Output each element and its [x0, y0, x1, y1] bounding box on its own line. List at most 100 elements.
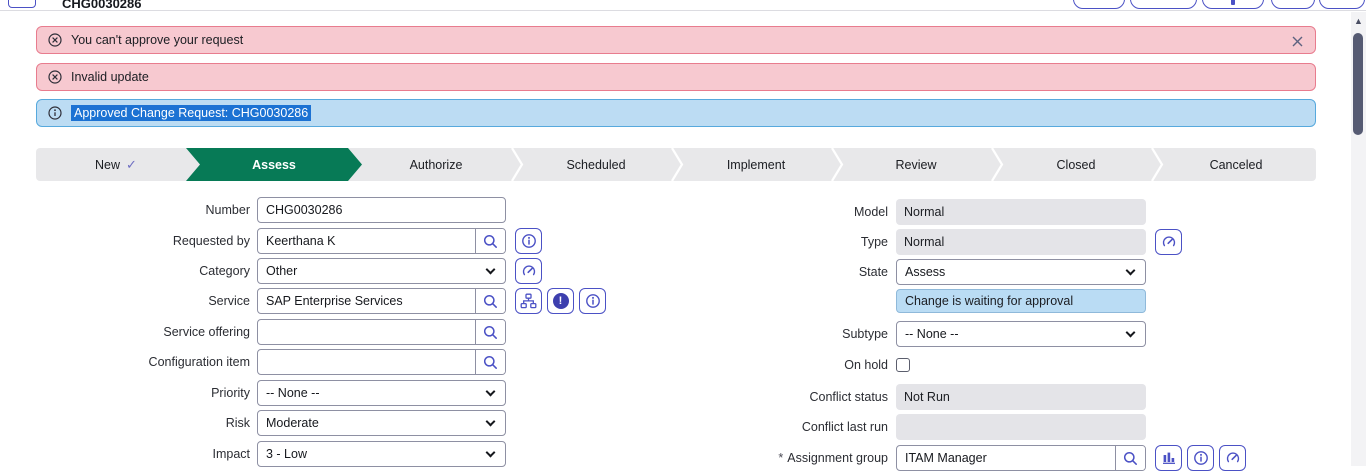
requested-by-input[interactable]	[258, 229, 475, 253]
bar-chart-button[interactable]	[1155, 445, 1182, 471]
model-readonly: Normal	[896, 199, 1146, 225]
field-row-state: State Assess	[640, 259, 1146, 285]
type-readonly: Normal	[896, 229, 1146, 255]
search-icon[interactable]	[475, 350, 505, 374]
stage-authorize[interactable]: Authorize	[356, 148, 516, 181]
gauge-button[interactable]	[515, 258, 542, 284]
toolbar-button-icon	[1231, 0, 1235, 5]
field-label: Subtype	[842, 327, 888, 341]
field-row-assignment-group: * Assignment group	[640, 445, 1246, 471]
stage-review[interactable]: Review	[836, 148, 996, 181]
field-row-state-message: Change is waiting for approval	[640, 289, 1146, 313]
stage-scheduled[interactable]: Scheduled	[516, 148, 676, 181]
stage-closed[interactable]: Closed	[996, 148, 1156, 181]
search-icon[interactable]	[475, 229, 505, 253]
state-message: Change is waiting for approval	[896, 289, 1146, 313]
chevron-down-icon	[1125, 265, 1136, 276]
chevron-separator-icon	[671, 148, 684, 181]
scrollbar-thumb[interactable]	[1353, 33, 1363, 135]
vertical-scrollbar[interactable]: ▲	[1351, 12, 1366, 466]
exclamation-icon: !	[552, 293, 569, 309]
risk-select[interactable]: Moderate	[257, 410, 506, 436]
field-label: Number	[205, 203, 250, 217]
impact-select[interactable]: 3 - Low	[257, 441, 506, 467]
gauge-button[interactable]	[1155, 229, 1182, 255]
field-label: Conflict last run	[801, 420, 888, 434]
process-flow: New ✓ Assess Authorize Scheduled Impleme…	[36, 148, 1316, 181]
toolbar-button[interactable]	[1202, 0, 1264, 9]
field-row-priority: Priority -- None --	[0, 380, 506, 406]
field-label: Impact	[212, 447, 250, 461]
required-marker: *	[778, 451, 784, 465]
chevron-down-icon	[485, 416, 496, 427]
field-label: * Assignment group	[778, 451, 888, 465]
service-offering-input[interactable]	[258, 320, 475, 344]
hierarchy-button[interactable]	[515, 288, 542, 314]
scroll-up-icon[interactable]: ▲	[1351, 17, 1366, 26]
search-icon[interactable]	[475, 289, 505, 313]
category-select[interactable]: Other	[257, 258, 506, 284]
info-banner-text: Approved Change Request: CHG0030286	[71, 105, 312, 121]
field-label: Configuration item	[148, 355, 250, 369]
gauge-button[interactable]	[1219, 445, 1246, 471]
toolbar-button[interactable]	[1130, 0, 1197, 9]
state-select[interactable]: Assess	[896, 259, 1146, 285]
field-row-risk: Risk Moderate	[0, 410, 506, 436]
circle-x-icon	[48, 33, 62, 47]
field-row-conflict-last-run: Conflict last run	[640, 414, 1146, 440]
info-button[interactable]	[1187, 445, 1214, 471]
subtype-select[interactable]: -- None --	[896, 321, 1146, 347]
chevron-down-icon	[1125, 327, 1136, 338]
toolbar-button[interactable]	[1319, 0, 1365, 9]
info-button[interactable]	[515, 228, 542, 254]
field-row-category: Category Other	[0, 258, 542, 284]
field-row-service-offering: Service offering	[0, 319, 506, 345]
stage-implement[interactable]: Implement	[676, 148, 836, 181]
field-label: Service	[208, 294, 250, 308]
field-label: Model	[853, 205, 888, 219]
field-label: Conflict status	[809, 390, 888, 404]
alert-button[interactable]: !	[547, 288, 574, 314]
search-icon[interactable]	[1115, 446, 1145, 470]
field-label: Priority	[211, 386, 250, 400]
stage-assess[interactable]: Assess	[186, 148, 362, 181]
field-label: Category	[199, 264, 250, 278]
close-icon[interactable]	[1290, 34, 1304, 48]
error-banner-text: Invalid update	[71, 70, 149, 84]
chevron-separator-icon	[831, 148, 844, 181]
configuration-item-input[interactable]	[258, 350, 475, 374]
conflict-status-readonly: Not Run	[896, 384, 1146, 410]
info-banner: Approved Change Request: CHG0030286	[36, 99, 1316, 127]
field-row-requested-by: Requested by	[0, 228, 542, 254]
info-button[interactable]	[579, 288, 606, 314]
circle-x-icon	[48, 70, 62, 84]
stage-new[interactable]: New ✓	[36, 148, 196, 181]
chevron-separator-icon	[991, 148, 1004, 181]
conflict-last-run-readonly	[896, 414, 1146, 440]
chevron-separator-icon	[511, 148, 524, 181]
field-row-model: Model Normal	[640, 199, 1146, 225]
toolbar-button[interactable]	[1073, 0, 1125, 9]
assignment-group-input[interactable]	[897, 446, 1115, 470]
on-hold-checkbox[interactable]	[896, 358, 910, 372]
stage-canceled[interactable]: Canceled	[1156, 148, 1316, 181]
toolbar-button[interactable]	[1271, 0, 1315, 9]
chevron-down-icon	[485, 386, 496, 397]
field-row-number: Number	[0, 197, 506, 223]
field-row-impact: Impact 3 - Low	[0, 441, 506, 467]
field-row-service: Service !	[0, 288, 606, 314]
field-row-conflict-status: Conflict status Not Run	[640, 384, 1146, 410]
record-title: CHG0030286	[62, 0, 142, 11]
error-banner-text: You can't approve your request	[71, 33, 244, 47]
number-input[interactable]	[257, 197, 506, 223]
service-input[interactable]	[258, 289, 475, 313]
priority-select[interactable]: -- None --	[257, 380, 506, 406]
search-icon[interactable]	[475, 320, 505, 344]
error-banner: Invalid update	[36, 63, 1316, 91]
back-button[interactable]	[8, 0, 36, 8]
field-label: Risk	[225, 416, 250, 430]
chevron-down-icon	[485, 264, 496, 275]
field-label: State	[858, 265, 888, 279]
circle-info-icon	[48, 106, 62, 120]
field-row-type: Type Normal	[640, 229, 1182, 255]
